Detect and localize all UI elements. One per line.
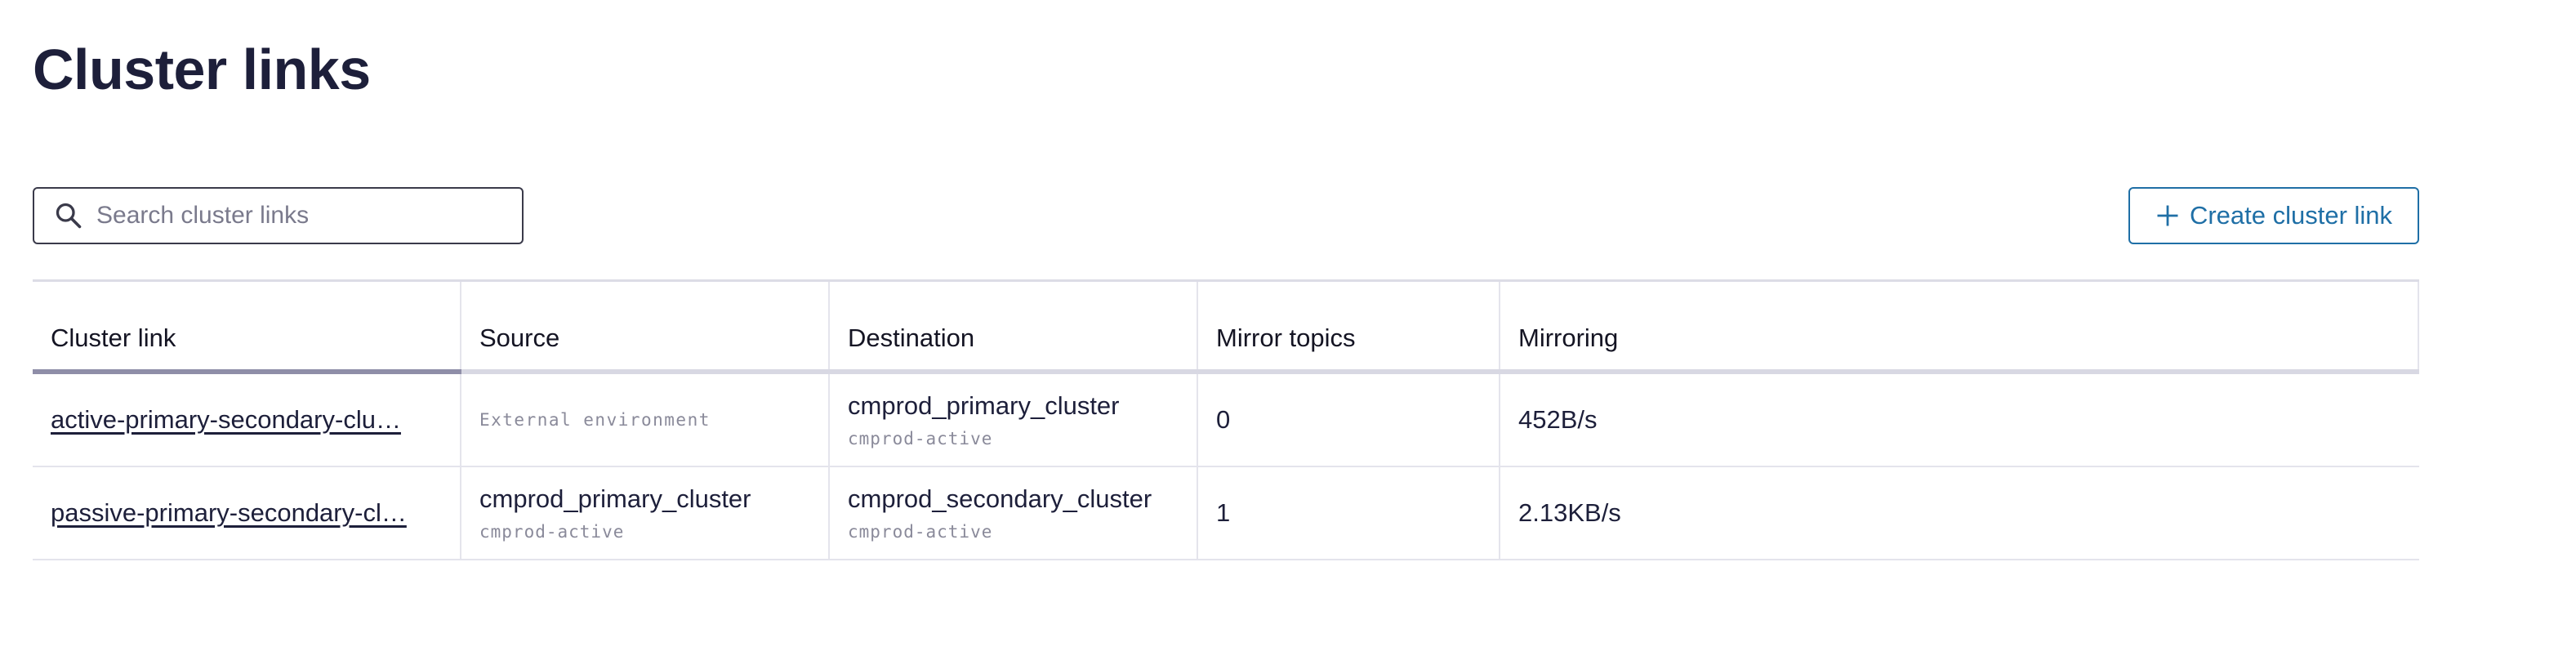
column-header-label: Destination xyxy=(848,324,975,352)
cluster-link-name-link[interactable]: active-primary-secondary-clu… xyxy=(51,405,442,435)
mirror-topics-count: 1 xyxy=(1216,498,1231,527)
mirroring-cell: 2.13KB/s xyxy=(1500,467,2419,559)
mirror-topics-count: 0 xyxy=(1216,405,1231,434)
source-cluster-name: cmprod_primary_cluster xyxy=(479,484,751,513)
table-row: active-primary-secondary-clu… External e… xyxy=(33,374,2419,467)
create-cluster-link-label: Create cluster link xyxy=(2189,201,2393,230)
source-environment: External environment xyxy=(479,410,711,430)
column-header-cluster-link[interactable]: Cluster link xyxy=(33,282,461,369)
destination-cluster-name: cmprod_primary_cluster xyxy=(848,391,1120,420)
cluster-links-page: Cluster links Create cluster link Cluste… xyxy=(0,0,2576,647)
column-header-label: Mirror topics xyxy=(1216,324,1356,352)
mirroring-rate: 452B/s xyxy=(1518,405,1598,434)
column-header-mirror-topics[interactable]: Mirror topics xyxy=(1198,282,1500,369)
create-cluster-link-button[interactable]: Create cluster link xyxy=(2128,187,2419,244)
destination-cell: cmprod_primary_cluster cmprod-active xyxy=(830,374,1198,466)
page-title: Cluster links xyxy=(33,38,371,101)
plus-icon xyxy=(2157,205,2178,226)
mirroring-rate: 2.13KB/s xyxy=(1518,498,1621,527)
destination-cell: cmprod_secondary_cluster cmprod-active xyxy=(830,467,1198,559)
source-cell: cmprod_primary_cluster cmprod-active xyxy=(461,467,830,559)
source-cell: External environment xyxy=(461,374,830,466)
destination-environment: cmprod-active xyxy=(848,429,993,448)
cluster-link-cell: passive-primary-secondary-cl… xyxy=(33,467,461,559)
column-header-label: Source xyxy=(479,324,560,352)
search-input[interactable] xyxy=(96,202,505,230)
cluster-links-table: Cluster link Source Destination Mirror t… xyxy=(33,279,2419,560)
column-header-mirroring[interactable]: Mirroring xyxy=(1500,282,2419,369)
column-header-label: Cluster link xyxy=(51,324,176,352)
search-field[interactable] xyxy=(33,187,524,244)
search-icon xyxy=(56,203,82,229)
mirror-topics-cell: 0 xyxy=(1198,374,1500,466)
destination-environment: cmprod-active xyxy=(848,522,993,542)
source-environment: cmprod-active xyxy=(479,522,625,542)
table-header: Cluster link Source Destination Mirror t… xyxy=(33,282,2419,374)
table-row: passive-primary-secondary-cl… cmprod_pri… xyxy=(33,467,2419,560)
mirroring-cell: 452B/s xyxy=(1500,374,2419,466)
column-header-label: Mirroring xyxy=(1518,324,1619,352)
destination-cluster-name: cmprod_secondary_cluster xyxy=(848,484,1152,513)
column-header-source[interactable]: Source xyxy=(461,282,830,369)
column-header-destination[interactable]: Destination xyxy=(830,282,1198,369)
cluster-link-cell: active-primary-secondary-clu… xyxy=(33,374,461,466)
cluster-link-name-link[interactable]: passive-primary-secondary-cl… xyxy=(51,498,442,528)
mirror-topics-cell: 1 xyxy=(1198,467,1500,559)
